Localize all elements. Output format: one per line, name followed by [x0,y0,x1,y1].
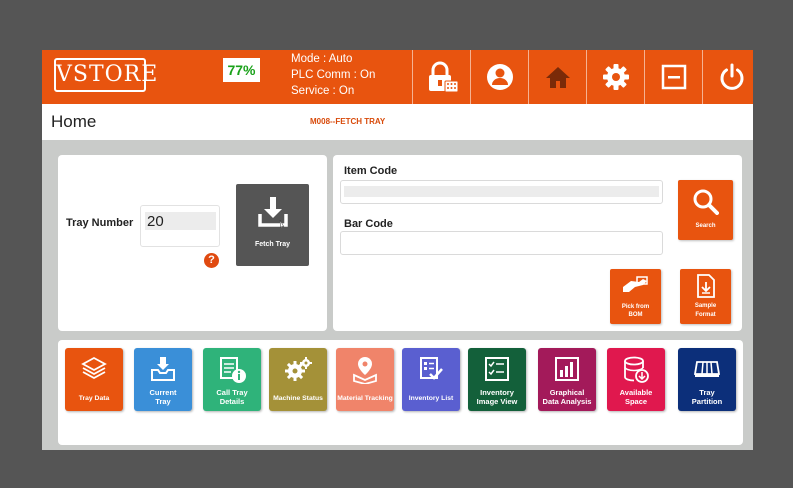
menu-tiles-panel: Tray Data Current Tray Call Tray Details… [58,340,743,445]
tile-label-line1: Graphical [549,388,585,397]
tile-label-line2: Data Analysis [542,397,592,406]
title-bar: Home M008--FETCH TRAY [42,104,753,140]
image-list-icon [485,357,509,381]
layers-icon [81,356,107,380]
status-mode: Mode : Auto [291,53,353,65]
item-code-label: Item Code [344,165,398,177]
tile-label-line1: Inventory [480,388,514,397]
tile-label-line2: Details [219,397,245,406]
tile-label: Machine Status [273,395,323,402]
tile-graphical-data-analysis[interactable]: Graphical Data Analysis [538,348,596,411]
tile-inventory-list[interactable]: Inventory List [402,348,460,411]
bar-chart-icon [555,357,579,381]
fetch-tray-button[interactable]: Fetch Tray [236,184,309,266]
inbox-icon [151,357,175,381]
tile-label-line2: Tray [155,397,171,406]
tile-label-line1: Available [619,388,653,397]
tile-inventory-image-view[interactable]: Inventory Image View [468,348,526,411]
item-code-field[interactable] [340,180,663,204]
gear-icon [602,64,629,90]
minimize-button[interactable] [644,50,702,104]
file-download-icon [697,274,715,298]
tile-label-line1: Current [149,388,177,397]
item-code-input[interactable] [344,186,659,197]
tile-label-line2: Image View [476,397,518,406]
tile-label: Inventory List [408,395,454,402]
system-status: Mode : Auto PLC Comm : On Service : On [291,50,375,99]
home-button[interactable] [528,50,586,104]
power-button[interactable] [702,50,753,104]
tray-partition-icon [694,361,720,377]
lock-keypad-icon [428,61,458,93]
tile-material-tracking[interactable]: Material Tracking [336,348,394,411]
database-icon [624,356,649,383]
bar-code-field[interactable] [340,231,663,255]
vstore-logo: VSTORE [54,58,157,92]
tile-label-line2: Partition [691,397,723,406]
user-icon [486,64,513,90]
fetch-tray-panel: Tray Number ? Fetch Tray [58,155,327,331]
sample-format-label-2: Format [695,312,716,318]
status-service: Service : On [291,85,355,97]
tile-label: Material Tracking [337,395,393,402]
sample-format-button[interactable]: Sample Format [680,269,731,324]
bar-code-input[interactable] [344,237,659,248]
search-button[interactable]: Search [678,180,733,240]
app-window: VSTORE 77% Mode : Auto PLC Comm : On Ser… [42,50,753,450]
tile-label-line2: Space [624,397,648,406]
item-search-panel: Item Code Bar Code Search Pick from BOM [333,155,742,331]
pick-from-bom-label-1: Pick from [621,304,650,310]
power-icon [720,63,743,90]
checklist-icon [420,357,443,380]
page-title: Home [51,112,97,131]
settings-button[interactable] [586,50,644,104]
home-icon [545,67,570,88]
tray-number-input[interactable] [145,212,216,230]
tile-call-tray-details[interactable]: Call Tray Details [203,348,261,411]
help-icon[interactable]: ? [204,253,219,268]
fetch-tray-label: Fetch Tray [254,241,290,248]
header-toolbar [412,50,753,104]
sample-format-label-1: Sample [694,303,717,309]
document-info-icon [220,357,246,383]
tile-machine-status[interactable]: Machine Status [269,348,327,411]
lock-button[interactable] [412,50,470,104]
pick-from-bom-label-2: BOM [628,312,643,318]
minimize-icon [661,64,686,90]
tray-number-field [140,205,220,247]
download-tray-icon [258,197,288,228]
location-box-icon [353,357,377,384]
screen-code: M008--FETCH TRAY [310,117,386,126]
search-icon [693,189,719,215]
user-button[interactable] [470,50,528,104]
battery-percent: 77% [223,58,260,82]
tile-available-space[interactable]: Available Space [607,348,665,411]
search-label: Search [695,223,716,229]
status-plc-comm: PLC Comm : On [291,69,376,81]
hand-pick-icon [623,276,648,292]
tile-label: Tray Data [78,395,110,402]
top-bar: VSTORE 77% Mode : Auto PLC Comm : On Ser… [42,50,753,104]
tile-label-line1: Tray [699,388,715,397]
tile-label-line1: Call Tray [216,388,248,397]
pick-from-bom-button[interactable]: Pick from BOM [610,269,661,324]
tile-tray-partition[interactable]: Tray Partition [678,348,736,411]
tray-number-label: Tray Number [66,217,134,229]
bar-code-label: Bar Code [344,218,393,230]
tile-current-tray[interactable]: Current Tray [134,348,192,411]
gears-icon [285,357,312,381]
tile-tray-data[interactable]: Tray Data [65,348,123,411]
